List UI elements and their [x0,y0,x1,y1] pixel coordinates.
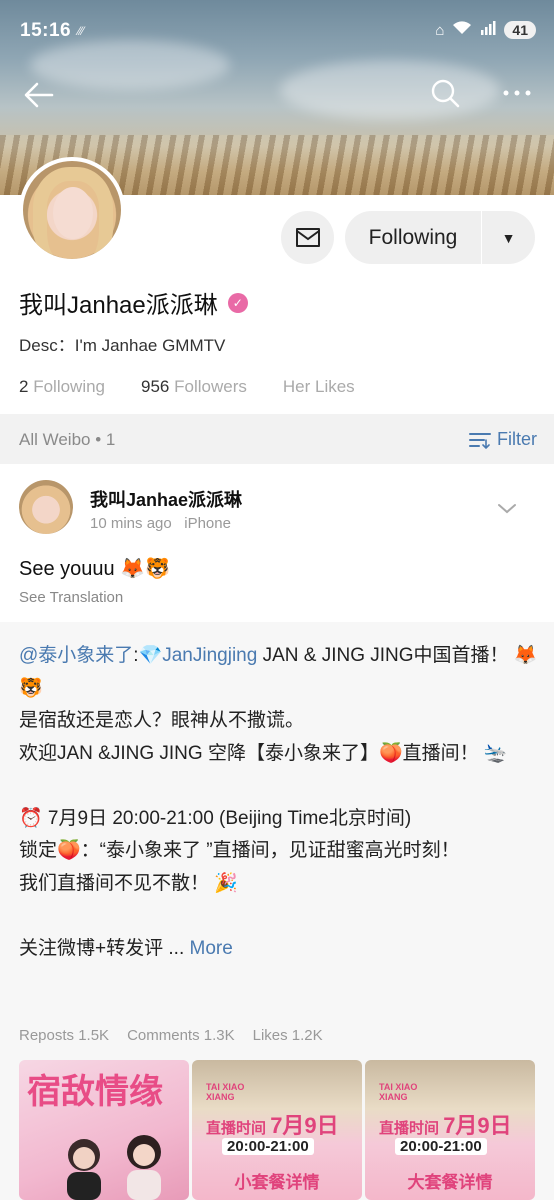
post-author-avatar[interactable] [19,480,73,534]
thumbnail-title: 宿敌情缘 [27,1073,163,1111]
comments-count: Comments 1.3K [127,1027,235,1044]
message-button[interactable] [281,211,334,264]
super-topic-link[interactable]: 💎JanJingjing [139,645,258,666]
her-likes-stat[interactable]: Her Likes [283,377,355,397]
status-time: 15:16 [20,20,72,41]
repost-counts: Reposts 1.5K Comments 1.3K Likes 1.2K [19,1027,323,1044]
status-icons: ⌂ 41 [435,20,536,40]
live-time: 直播时间 7月9日 [206,1113,339,1138]
caret-down-icon[interactable]: ▼ [482,230,535,246]
more-options-icon[interactable] [500,80,534,106]
status-bar: 15:16 ⁄⁄⁄ ⌂ 41 [0,0,554,64]
post-text: See youuu 🦊🐯 [19,558,170,580]
post-device: iPhone [184,515,231,532]
reposts-count: Reposts 1.5K [19,1027,110,1044]
live-time: 直播时间 7月9日 [379,1113,512,1138]
repost-text: @泰小象来了:💎JanJingjing JAN & JING JING中国首播！… [19,645,538,959]
brand-label: TAI XIAO XIANG [206,1082,245,1102]
post-meta: 10 mins ago iPhone [90,515,231,532]
image-thumbnail[interactable]: TAI XIAO XIANG 直播时间 7月9日 20:00-21:00 小套餐… [192,1060,362,1200]
profile-avatar[interactable] [19,157,125,263]
all-weibo-label: All Weibo • 1 [19,430,116,449]
likes-count: Likes 1.2K [252,1027,323,1044]
battery-indicator: 41 [504,21,536,39]
package-label: 小套餐详情 [234,1173,320,1192]
post-time: 10 mins ago [90,515,172,532]
filter-button[interactable]: Filter [469,429,537,450]
more-link[interactable]: More [190,938,233,959]
following-button[interactable]: Following ▼ [345,211,535,264]
filter-icon [469,432,491,449]
package-label: 大套餐详情 [407,1173,493,1192]
chevron-down-icon[interactable] [496,497,518,519]
profile-name-row: 我叫Janhae派派琳 ✓ [19,285,248,320]
live-range: 20:00-21:00 [222,1138,314,1155]
wifi-icon [452,20,472,40]
verified-badge-icon[interactable]: ✓ [227,292,248,313]
profile-name: 我叫Janhae派派琳 [19,292,218,319]
profile-stats: 2 Following 956 Followers Her Likes [19,377,355,397]
mention-link[interactable]: @泰小象来了 [19,645,133,666]
message-icon [295,227,320,247]
brand-label: TAI XIAO XIANG [379,1082,418,1102]
post-author-name[interactable]: 我叫Janhae派派琳 [90,486,242,512]
home-icon: ⌂ [435,21,445,39]
signal-icon [480,20,496,40]
search-icon[interactable] [428,76,462,110]
see-translation-link[interactable]: See Translation [19,589,123,606]
following-stat[interactable]: 2 Following [19,377,105,397]
live-range: 20:00-21:00 [395,1138,487,1155]
filter-label: Filter [497,429,537,449]
poster-figures [67,1135,161,1200]
data-saver-icon: ⁄⁄⁄ [78,24,85,38]
profile-description: Desc：I'm Janhae GMMTV [19,336,226,355]
back-icon[interactable] [22,78,56,112]
following-button-label: Following [368,225,458,249]
image-thumbnail[interactable]: 宿敌情缘 [19,1060,189,1200]
image-thumbnail[interactable]: TAI XIAO XIANG 直播时间 7月9日 20:00-21:00 大套餐… [365,1060,535,1200]
followers-stat[interactable]: 956 Followers [141,377,247,397]
